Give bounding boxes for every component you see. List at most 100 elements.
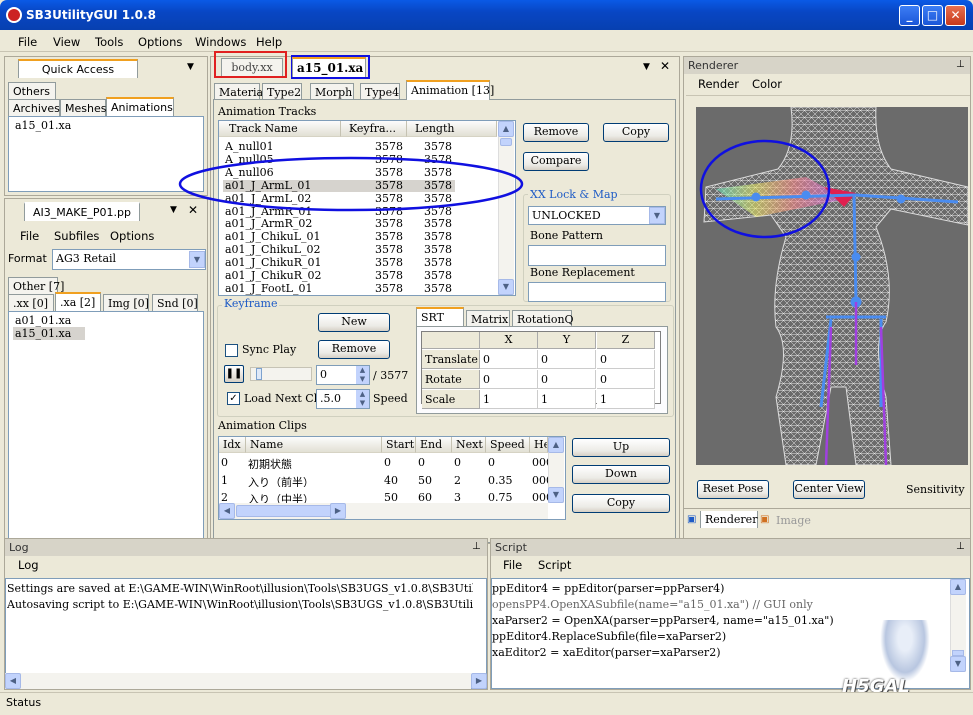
tab-xx[interactable]: .xx [0]: [8, 294, 54, 311]
tab-animations[interactable]: Animations: [106, 97, 174, 116]
tab-pp-file[interactable]: AI3_MAKE_P01.pp: [24, 202, 140, 221]
track-name[interactable]: a01_J_ChikuL_02: [225, 243, 321, 256]
clip-cell[interactable]: 000: [532, 474, 548, 487]
scroll-up-arrow[interactable]: ▲: [950, 579, 966, 595]
app-icon[interactable]: [6, 7, 22, 23]
clip-column-header[interactable]: Idx: [219, 437, 246, 453]
clip-cell[interactable]: 40: [384, 474, 416, 487]
copy-track-button[interactable]: Copy: [603, 123, 669, 142]
track-name[interactable]: a01_J_ChikuR_01: [225, 256, 322, 269]
list-item[interactable]: a01_01.xa: [15, 314, 71, 327]
pause-icon[interactable]: ❚❚: [224, 365, 244, 383]
menu-options[interactable]: Options: [138, 35, 182, 49]
clip-cell[interactable]: 1: [221, 474, 246, 487]
scroll-right-arrow[interactable]: ▶: [471, 673, 487, 689]
clip-column-header[interactable]: Next: [452, 437, 486, 453]
chevron-down-icon[interactable]: ▼: [189, 251, 205, 268]
menu-file[interactable]: File: [18, 35, 37, 49]
scroll-left-arrow[interactable]: ◀: [219, 503, 235, 519]
column-header-length[interactable]: Length: [407, 121, 497, 137]
tab-material[interactable]: Material: [214, 83, 267, 100]
clip-column-header[interactable]: End: [416, 437, 452, 453]
xa-file-list[interactable]: [8, 311, 204, 541]
center-view-button[interactable]: Center View: [793, 480, 865, 499]
column-header-track-name[interactable]: Track Name: [219, 121, 341, 137]
track-name[interactable]: a01_J_FootL_01: [225, 282, 312, 295]
clip-down-button[interactable]: Down: [572, 465, 670, 484]
clip-column-header[interactable]: Start: [382, 437, 416, 453]
sync-play-checkbox[interactable]: [225, 344, 238, 357]
model-mesh-view[interactable]: [696, 107, 968, 465]
tab-xa[interactable]: .xa [2]: [55, 292, 101, 311]
tab-renderer[interactable]: Renderer: [700, 511, 758, 528]
log-menu[interactable]: Log: [18, 558, 39, 572]
tab-matrix[interactable]: Matrix: [466, 310, 510, 327]
tab-img[interactable]: Img [0]: [103, 294, 149, 311]
log-hscrollbar[interactable]: [5, 673, 471, 689]
reset-pose-button[interactable]: Reset Pose: [697, 480, 769, 499]
scroll-down-arrow[interactable]: ▼: [548, 487, 564, 503]
srt-cell[interactable]: 0: [597, 350, 655, 369]
remove-track-button[interactable]: Remove: [523, 123, 589, 142]
track-name[interactable]: a01_J_ArmR_02: [225, 217, 312, 230]
menu-help[interactable]: Help: [256, 35, 282, 49]
srt-cell[interactable]: 0: [597, 370, 655, 389]
scroll-up-arrow[interactable]: ▲: [498, 121, 514, 137]
list-item[interactable]: a15_01.xa: [15, 119, 71, 132]
column-header-keyframes[interactable]: Keyfra...: [341, 121, 407, 137]
maximize-button[interactable]: □: [922, 5, 943, 26]
new-keyframe-button[interactable]: New: [318, 313, 390, 332]
menu-view[interactable]: View: [53, 35, 80, 49]
srt-cell[interactable]: 1: [538, 390, 596, 409]
pin-icon[interactable]: ⊥: [956, 59, 965, 70]
tab-rotationq[interactable]: RotationQ: [512, 310, 574, 327]
clip-cell[interactable]: 0: [221, 456, 246, 469]
scroll-left-arrow[interactable]: ◀: [5, 673, 21, 689]
tab-morph[interactable]: Morph: [310, 83, 354, 100]
tracks-scrollbar-thumb[interactable]: [500, 138, 512, 146]
track-name[interactable]: a01_J_ChikuR_02: [225, 269, 322, 282]
menu-windows[interactable]: Windows: [195, 35, 246, 49]
clip-cell[interactable]: 50: [418, 474, 452, 487]
tab-srt[interactable]: SRT: [416, 307, 464, 326]
lock-select[interactable]: UNLOCKED: [528, 206, 666, 225]
clip-cell[interactable]: 0: [454, 456, 486, 469]
compare-button[interactable]: Compare: [523, 152, 589, 171]
srt-cell[interactable]: 0: [538, 370, 596, 389]
chevron-down-icon[interactable]: ▼: [170, 205, 177, 215]
clip-cell[interactable]: 2: [454, 474, 486, 487]
minimize-button[interactable]: _: [899, 5, 920, 26]
chevron-down-icon[interactable]: ▼: [187, 62, 194, 72]
scroll-down-arrow[interactable]: ▼: [498, 279, 514, 295]
list-item[interactable]: a15_01.xa: [13, 327, 85, 340]
clip-cell[interactable]: 000: [532, 456, 548, 469]
srt-cell[interactable]: 0: [480, 370, 538, 389]
close-button[interactable]: ✕: [945, 5, 966, 26]
pp-menu-options[interactable]: Options: [110, 229, 154, 243]
remove-keyframe-button[interactable]: Remove: [318, 340, 390, 359]
srt-cell[interactable]: 0: [480, 350, 538, 369]
tab-other[interactable]: Other [7]: [8, 277, 64, 294]
format-select[interactable]: AG3 Retail: [52, 249, 206, 270]
pin-icon[interactable]: ⊥: [472, 541, 481, 552]
bone-replacement-input[interactable]: [528, 282, 666, 302]
clips-hscrollbar-thumb[interactable]: [236, 505, 340, 517]
script-menu-file[interactable]: File: [503, 558, 522, 572]
clip-column-header[interactable]: He: [530, 437, 548, 453]
script-menu-script[interactable]: Script: [538, 558, 571, 572]
tab-a15-xa[interactable]: a15_01.xa: [292, 57, 366, 77]
srt-cell[interactable]: 1: [480, 390, 538, 409]
pp-menu-subfiles[interactable]: Subfiles: [54, 229, 99, 243]
tab-quick-access[interactable]: Quick Access: [18, 59, 138, 78]
clip-cell[interactable]: 0.35: [488, 474, 530, 487]
srt-cell[interactable]: 1: [597, 390, 655, 409]
bone-pattern-input[interactable]: [528, 245, 666, 266]
tab-snd[interactable]: Snd [0]: [152, 294, 198, 311]
chevron-down-icon[interactable]: ▼: [649, 207, 665, 224]
renderer-menu-color[interactable]: Color: [752, 77, 782, 91]
srt-cell[interactable]: 0: [538, 350, 596, 369]
track-name[interactable]: a01_J_ChikuL_01: [225, 230, 321, 243]
tab-type2[interactable]: Type2: [262, 83, 302, 100]
clip-column-header[interactable]: Speed: [486, 437, 530, 453]
speed-stepper[interactable]: ▲ ▼: [356, 390, 369, 408]
